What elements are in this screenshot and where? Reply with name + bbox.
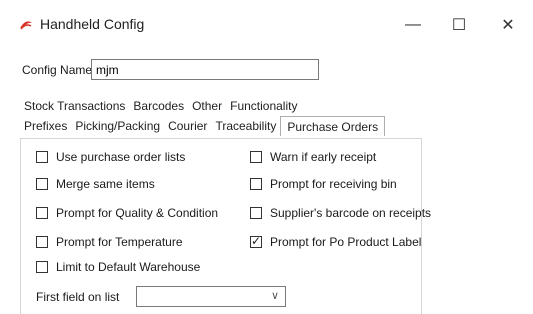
tab-row-back: Stock Transactions Barcodes Other Functi… xyxy=(20,97,301,117)
first-field-select[interactable]: ∨ xyxy=(136,286,286,307)
prompt-temperature-checkbox[interactable]: Prompt for Temperature xyxy=(36,235,183,249)
prompt-receiving-bin-checkbox[interactable]: Prompt for receiving bin xyxy=(250,177,397,191)
window-title: Handheld Config xyxy=(40,16,145,32)
checkbox-label: Prompt for receiving bin xyxy=(270,177,397,191)
checkbox-label: Supplier's barcode on receipts xyxy=(270,206,432,220)
use-purchase-order-lists-checkbox[interactable]: Use purchase order lists xyxy=(36,150,185,164)
prompt-po-product-label-checkbox[interactable]: ✓ Prompt for Po Product Label xyxy=(250,234,422,249)
tab-prefixes[interactable]: Prefixes xyxy=(20,117,71,137)
close-icon: ✕ xyxy=(501,17,515,34)
minimize-icon: — xyxy=(405,16,421,33)
checkbox-label: Limit to Default Warehouse xyxy=(56,260,201,274)
checkbox-box xyxy=(36,261,48,273)
checkbox-label: Use purchase order lists xyxy=(56,150,186,164)
checkbox-label: Prompt for Quality & Condition xyxy=(56,206,219,220)
checkbox-box xyxy=(36,207,48,219)
chevron-down-icon: ∨ xyxy=(270,290,279,302)
tab-functionality[interactable]: Functionality xyxy=(226,97,301,117)
checkbox-box xyxy=(36,178,48,190)
config-name-input[interactable] xyxy=(91,59,319,80)
first-field-label: First field on list xyxy=(36,290,120,304)
checkbox-box: ✓ xyxy=(250,234,262,248)
tab-courier[interactable]: Courier xyxy=(164,117,211,137)
tab-purchase-orders[interactable]: Purchase Orders xyxy=(280,116,386,136)
tab-other[interactable]: Other xyxy=(188,97,226,117)
merge-same-items-checkbox[interactable]: Merge same items xyxy=(36,177,155,191)
tab-row-front: Prefixes Picking/Packing Courier Traceab… xyxy=(20,116,386,137)
tab-traceability[interactable]: Traceability xyxy=(211,117,280,137)
checkbox-label: Prompt for Temperature xyxy=(56,235,183,249)
maximize-icon: ☐ xyxy=(451,17,467,34)
checkbox-box xyxy=(250,207,262,219)
checkbox-label: Merge same items xyxy=(56,177,155,191)
config-name-label: Config Name xyxy=(22,63,93,77)
minimize-button[interactable]: — xyxy=(390,10,436,40)
tab-picking-packing[interactable]: Picking/Packing xyxy=(71,117,164,137)
title-bar: Handheld Config — ☐ ✕ xyxy=(0,0,533,48)
app-icon xyxy=(20,21,32,30)
checkbox-box xyxy=(250,151,262,163)
warn-early-receipt-checkbox[interactable]: Warn if early receipt xyxy=(250,150,376,164)
supplier-barcode-receipts-checkbox[interactable]: Supplier's barcode on receipts xyxy=(250,206,431,220)
prompt-quality-condition-checkbox[interactable]: Prompt for Quality & Condition xyxy=(36,206,218,220)
checkmark-icon: ✓ xyxy=(251,234,262,248)
tab-stock-transactions[interactable]: Stock Transactions xyxy=(20,97,129,117)
tab-barcodes[interactable]: Barcodes xyxy=(129,97,188,117)
checkbox-box xyxy=(36,236,48,248)
checkbox-label: Prompt for Po Product Label xyxy=(270,235,422,249)
checkbox-box xyxy=(250,178,262,190)
maximize-button[interactable]: ☐ xyxy=(436,10,482,40)
checkbox-box xyxy=(36,151,48,163)
limit-default-warehouse-checkbox[interactable]: Limit to Default Warehouse xyxy=(36,260,200,274)
close-button[interactable]: ✕ xyxy=(485,10,531,40)
checkbox-label: Warn if early receipt xyxy=(270,150,377,164)
